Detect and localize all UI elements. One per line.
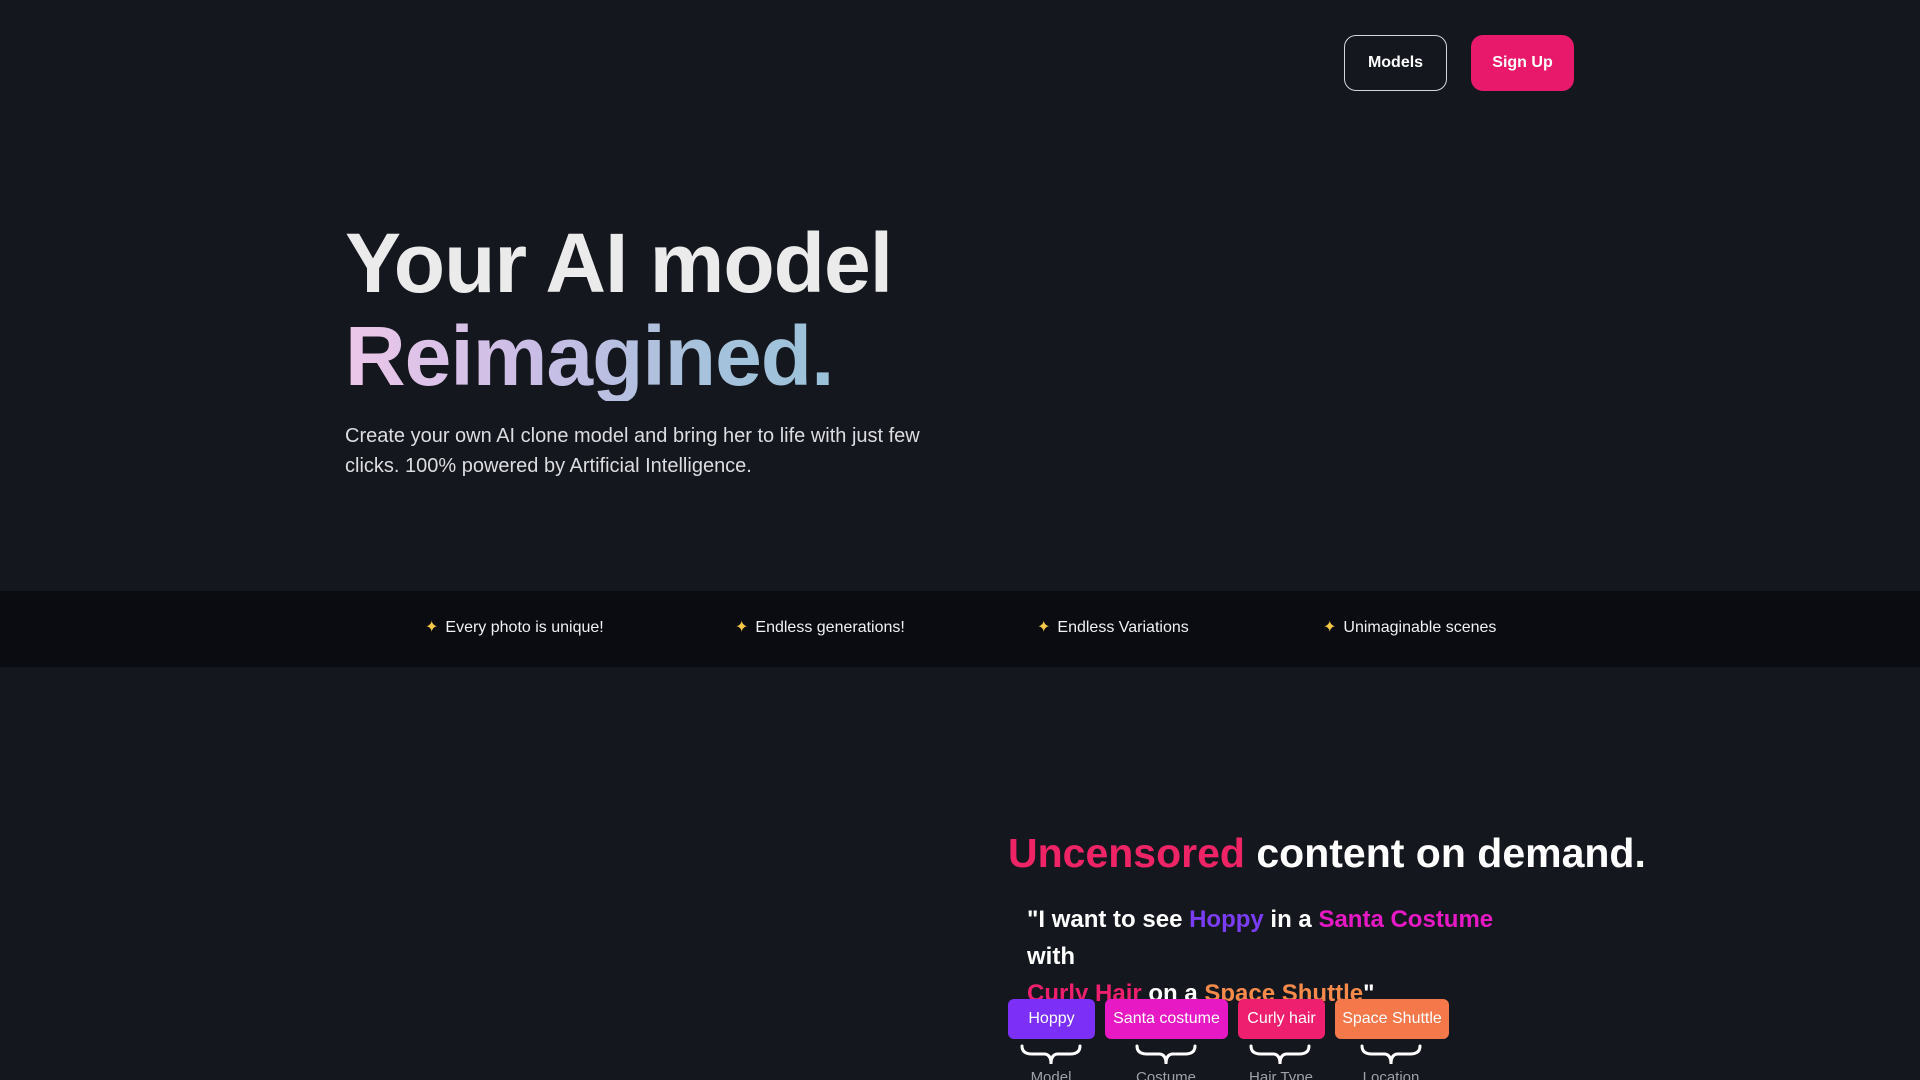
tag-costume: Santa costume (1105, 999, 1228, 1039)
feature-label: Every photo is unique! (445, 619, 604, 636)
sparkle-icon: ✦ (1323, 619, 1337, 636)
feature-item: ✦ Every photo is unique! (425, 619, 604, 637)
brace-label-costume: Costume (1135, 1069, 1197, 1080)
tag-model: Hoppy (1008, 999, 1095, 1039)
sign-up-button[interactable]: Sign Up (1471, 35, 1574, 91)
hero-title-gradient: Reimagined. (345, 311, 985, 401)
quote-costume: Santa Costume (1318, 906, 1494, 933)
hero-description: Create your own AI clone model and bring… (345, 425, 920, 477)
hero-title: Your AI model (345, 216, 893, 310)
quote-model: Hoppy (1189, 906, 1264, 933)
prompt-quote: "I want to see Hoppy in a Santa Costume … (1027, 906, 1494, 1007)
tag-hair: Curly hair (1238, 999, 1325, 1039)
feature-label: Unimaginable scenes (1343, 619, 1497, 636)
brace-label-location: Location (1362, 1069, 1420, 1080)
brace-label-hair: Hair Type (1249, 1069, 1313, 1080)
tag-location: Space Shuttle (1335, 999, 1449, 1039)
title-accent: Uncensored (1008, 830, 1245, 876)
feature-label: Endless generations! (755, 619, 905, 636)
brace-icon (1020, 1044, 1082, 1065)
sparkle-icon: ✦ (1037, 619, 1051, 636)
brace-icon (1135, 1044, 1197, 1065)
models-button[interactable]: Models (1344, 35, 1447, 91)
brace-label-model: Model (1030, 1069, 1072, 1080)
feature-item: ✦ Endless Variations (1037, 619, 1189, 637)
brace-icon (1249, 1044, 1311, 1065)
feature-band: ✦ Every photo is unique! ✦ Endless gener… (0, 591, 1920, 667)
feature-item: ✦ Endless generations! (735, 619, 905, 637)
brace-icon (1360, 1044, 1422, 1065)
feature-item: ✦ Unimaginable scenes (1323, 619, 1496, 637)
hero-section: Your AI model Reimagined. Create your ow… (345, 215, 985, 481)
title-rest: content on demand. (1256, 830, 1646, 876)
feature-label: Endless Variations (1057, 619, 1189, 636)
sparkle-icon: ✦ (735, 619, 749, 636)
section-title: Uncensored content on demand. (1008, 830, 1646, 877)
sparkle-icon: ✦ (425, 619, 439, 636)
